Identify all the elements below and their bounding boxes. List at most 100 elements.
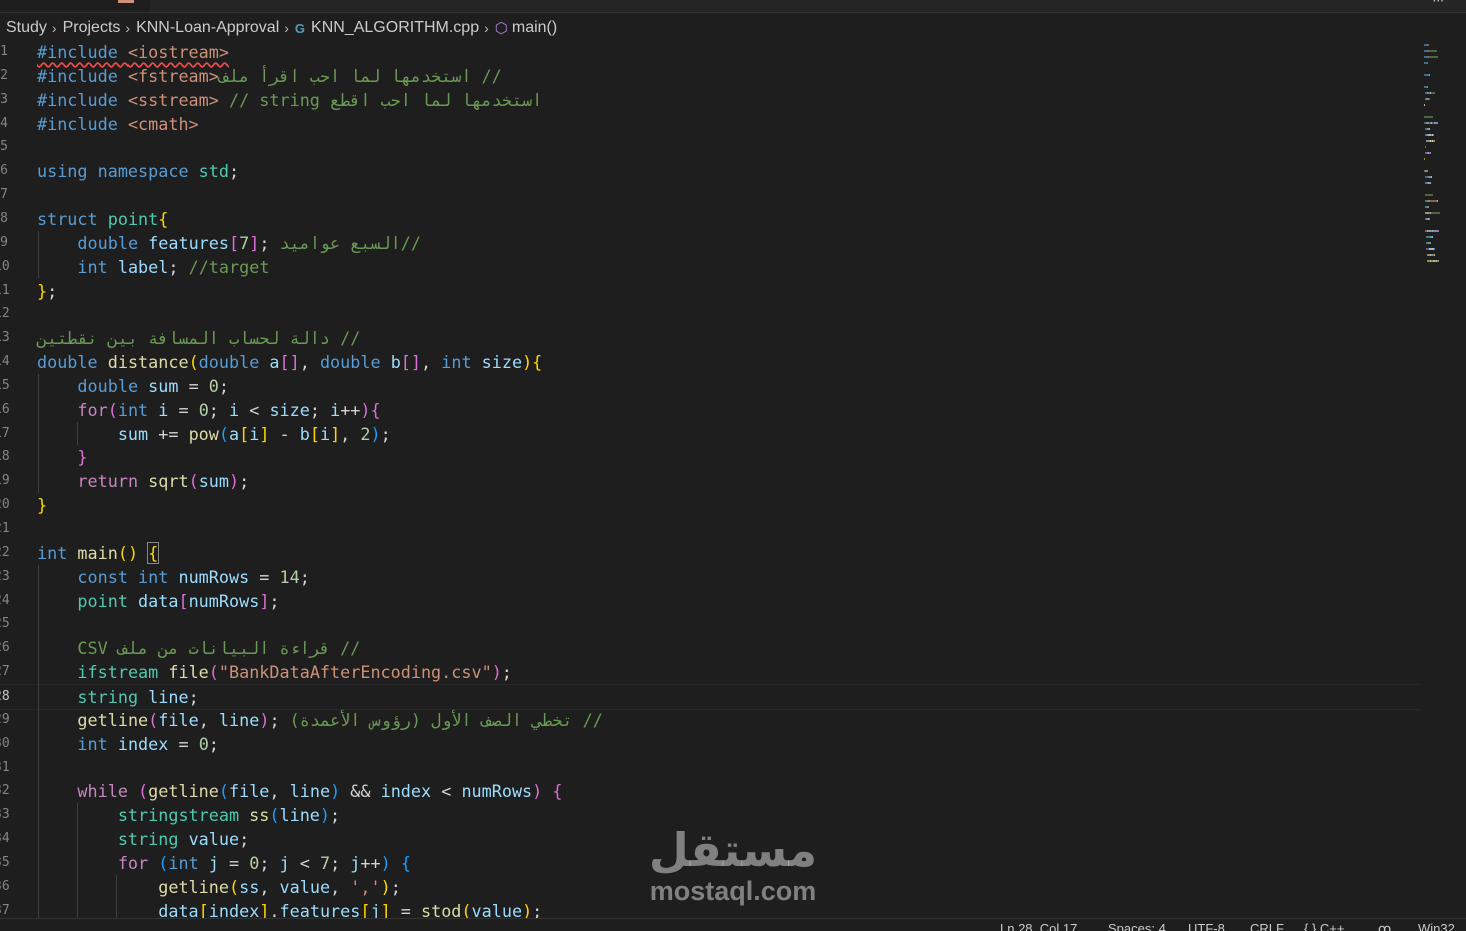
code-token: getline <box>148 781 219 802</box>
more-actions-icon[interactable]: ··· <box>1433 0 1444 8</box>
code-token: "BankDataAfterEncoding.csv" <box>218 662 492 683</box>
code-token: b <box>299 423 310 444</box>
code-token: ; <box>532 900 543 918</box>
indent-guide <box>77 803 78 918</box>
code-line[interactable]: 1 #include <iostream> <box>0 40 1420 64</box>
code-line[interactable]: 5 <box>0 135 1420 159</box>
code-token: stringstream <box>117 805 250 826</box>
minimap-line <box>1424 158 1425 160</box>
code-token: ( <box>148 709 159 730</box>
code-token: ( <box>188 471 199 492</box>
code-token: double <box>319 352 391 373</box>
code-token: ; <box>228 161 240 182</box>
minimap-line <box>1433 254 1435 256</box>
code-line[interactable]: 18 } <box>0 445 1420 469</box>
minimap-line <box>1429 200 1437 202</box>
code-line[interactable]: 8 struct point{ <box>0 207 1420 231</box>
code-token: <fstream> <box>127 65 219 86</box>
code-line[interactable]: 2 #include <fstream> // استخدمها لما احب … <box>0 64 1420 88</box>
code-token: ( <box>158 852 169 873</box>
code-text: // دالة لحساب المسافة بين نقطتين <box>37 326 360 350</box>
minimap[interactable] <box>1424 40 1466 270</box>
code-text: string value; <box>37 827 249 851</box>
code-line[interactable]: 19 return sqrt(sum); <box>0 469 1420 493</box>
code-token: value <box>188 829 240 850</box>
code-token: ; <box>269 709 290 730</box>
code-line[interactable]: 23 const int numRows = 14; <box>0 565 1420 589</box>
code-token: index <box>380 781 432 802</box>
code-comment: // string استخدمها لما احب اقطع <box>218 89 543 110</box>
status-bar: Ln 28, Col 17 Spaces: 4 UTF-8 CRLF { } C… <box>0 918 1466 931</box>
code-token: [ <box>178 590 189 611</box>
code-token: point <box>107 208 159 229</box>
line-number: 7 <box>0 187 8 203</box>
code-token: = <box>168 399 199 420</box>
code-text: int index = 0; <box>37 732 218 756</box>
breadcrumb-item-symbol[interactable]: main() <box>512 19 557 37</box>
line-number: 34 <box>0 831 10 847</box>
code-line[interactable]: 3 #include <sstream> // string استخدمها ل… <box>0 88 1420 112</box>
code-token: [ <box>228 232 240 253</box>
minimap-line <box>1424 104 1426 106</box>
line-number: 5 <box>0 139 8 155</box>
code-token: file <box>229 781 270 802</box>
code-token: for <box>117 852 159 873</box>
code-token: ) <box>380 876 391 897</box>
cpp-file-icon: G <box>294 20 306 36</box>
code-line[interactable]: 13 // دالة لحساب المسافة بين نقطتين <box>0 326 1420 350</box>
code-line[interactable]: 22 int main() { <box>0 541 1420 565</box>
code-line[interactable]: 28 string line; <box>0 683 1420 710</box>
code-comment: //السبع عواميد <box>279 232 421 253</box>
code-line[interactable]: 29 getline(file, line); // تخطي الصف الأ… <box>0 708 1420 732</box>
line-number: 19 <box>0 473 10 489</box>
breadcrumb-item-file[interactable]: KNN_ALGORITHM.cpp <box>311 19 479 37</box>
breadcrumb-item-study[interactable]: Study <box>6 19 47 37</box>
code-token: ; <box>239 829 250 850</box>
code-line[interactable]: 16 for(int i = 0; i < size; i++){ <box>0 398 1420 422</box>
code-token: ++ <box>360 852 381 873</box>
code-line[interactable]: 4 #include <cmath> <box>0 112 1420 136</box>
code-line[interactable]: 15 double sum = 0; <box>0 374 1420 398</box>
code-line[interactable]: 12 <box>0 302 1420 326</box>
code-text: string line; <box>37 685 198 709</box>
code-editor[interactable]: 1 #include <iostream> 2 #include <fstream> … <box>0 40 1420 918</box>
code-line[interactable]: 20} <box>0 493 1420 517</box>
code-line[interactable]: 9 double features[7]; //السبع عواميد <box>0 231 1420 255</box>
minimap-line <box>1428 206 1430 208</box>
code-token: ] <box>249 232 260 253</box>
code-token: data <box>158 900 199 918</box>
minimap-line <box>1429 128 1431 130</box>
code-line[interactable]: 31 <box>0 756 1420 780</box>
code-line[interactable]: 21 <box>0 517 1420 541</box>
code-token: ) <box>330 781 341 802</box>
code-text: for (int j = 0; j < 7; j++) { <box>37 851 411 875</box>
code-line[interactable]: 6 using namespace std; <box>0 159 1420 183</box>
code-line[interactable]: 17 sum += pow(a[i] - b[i], 2); <box>0 422 1420 446</box>
code-token: ] <box>259 590 270 611</box>
code-line[interactable]: 25 <box>0 612 1420 636</box>
code-token: += <box>148 423 189 444</box>
code-text: double features[7]; //السبع عواميد <box>37 231 421 255</box>
breadcrumb-item-projects[interactable]: Projects <box>63 19 121 37</box>
code-line[interactable]: 7 <box>0 183 1420 207</box>
code-line[interactable]: 24 point data[numRows]; <box>0 589 1420 613</box>
code-text: }; <box>37 279 57 303</box>
code-token: int <box>441 352 482 373</box>
code-line[interactable]: 11}; <box>0 279 1420 303</box>
code-token: int <box>117 399 159 420</box>
code-line[interactable]: 14double distance(double a[], double b[]… <box>0 350 1420 374</box>
minimap-line <box>1426 44 1430 46</box>
code-line[interactable]: 32 while (getline(file, line) && index <… <box>0 779 1420 803</box>
watermark-arabic-text: مستقل <box>648 823 818 877</box>
active-tab[interactable] <box>0 0 150 12</box>
code-line[interactable]: 10 int label; //target <box>0 255 1420 279</box>
code-line[interactable]: 30 int index = 0; <box>0 732 1420 756</box>
chevron-right-icon: › <box>284 20 289 36</box>
breadcrumb-item-folder[interactable]: KNN-Loan-Approval <box>136 19 279 37</box>
code-line[interactable]: 27 ifstream file("BankDataAfterEncoding.… <box>0 660 1420 684</box>
code-text: stringstream ss(line); <box>37 803 340 827</box>
code-token: ; <box>208 399 230 420</box>
minimap-line <box>1429 152 1431 154</box>
code-line[interactable]: 26 // قراءة البيانات من ملف CSV <box>0 636 1420 660</box>
